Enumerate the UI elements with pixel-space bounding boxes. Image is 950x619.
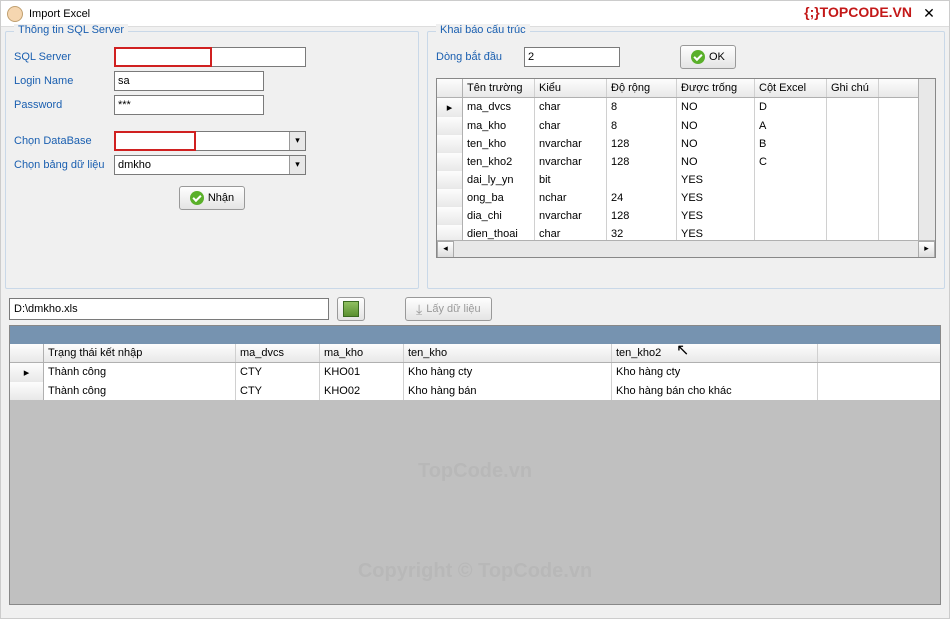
table-row[interactable]: dai_ly_ynbitYES [437,171,918,189]
structure-group: Khai báo cấu trúc Dòng bắt đầu OK [427,31,945,289]
structure-title: Khai báo cấu trúc [436,24,530,36]
col-tenkho2[interactable]: ten_kho2 [612,344,818,362]
grid-header-row: Tên trường Kiểu Độ rộng Được trống Cột E… [437,79,918,98]
result-grid[interactable]: Trạng thái kết nhập ma_dvcs ma_kho ten_k… [9,325,941,605]
check-icon [691,50,705,64]
table-row[interactable]: ten_kho2nvarchar128NOC [437,153,918,171]
load-data-label: Lấy dữ liệu [426,303,480,315]
start-row-input[interactable] [524,47,620,67]
browse-button[interactable] [337,297,365,321]
sql-server-group: Thông tin SQL Server SQL Server Login Na… [5,31,419,289]
chevron-down-icon[interactable]: ▾ [289,132,305,150]
table-row[interactable]: ten_khonvarchar128NOB [437,135,918,153]
download-icon: ⤓ [416,301,422,318]
login-label: Login Name [14,75,114,87]
sql-group-title: Thông tin SQL Server [14,24,128,36]
scroll-left-button[interactable]: ◂ [437,241,454,258]
topcode-logo: {;}TOPCODE.VN [804,4,912,20]
result-grid-topbar [10,326,940,344]
password-input[interactable] [114,95,264,115]
check-icon [190,191,204,205]
table-row[interactable]: dien_thoaichar32YES [437,225,918,240]
col-tenkho[interactable]: ten_kho [404,344,612,362]
structure-grid[interactable]: Tên trường Kiểu Độ rộng Được trống Cột E… [436,78,936,258]
vertical-scrollbar[interactable] [918,79,935,240]
col-excel[interactable]: Cột Excel [755,79,827,97]
table-row[interactable]: ▸Thành côngCTYKHO01Kho hàng ctyKho hàng … [10,363,940,382]
database-combo[interactable] [114,131,196,151]
submit-label: Nhận [208,192,234,204]
col-note[interactable]: Ghi chú [827,79,879,97]
file-path-input[interactable] [9,298,329,320]
load-data-button[interactable]: ⤓ Lấy dữ liệu [405,297,492,321]
result-header-row: Trạng thái kết nhập ma_dvcs ma_kho ten_k… [10,344,940,363]
col-status[interactable]: Trạng thái kết nhập [44,344,236,362]
table-row[interactable]: ma_khochar8NOA [437,117,918,135]
chevron-down-icon[interactable]: ▾ [289,156,305,174]
excel-icon [343,301,359,317]
close-button[interactable]: ✕ [915,4,943,24]
table-label: Chọn bảng dữ liệu [14,159,114,171]
scroll-right-button[interactable]: ▸ [918,241,935,258]
sql-server-input[interactable] [114,47,212,67]
ok-button[interactable]: OK [680,45,736,69]
table-row[interactable]: dia_chinvarchar128YES [437,207,918,225]
table-combo[interactable] [114,155,306,175]
col-madvcs[interactable]: ma_dvcs [236,344,320,362]
col-makho[interactable]: ma_kho [320,344,404,362]
col-width[interactable]: Độ rộng [607,79,677,97]
sql-server-label: SQL Server [14,51,114,63]
col-type[interactable]: Kiểu [535,79,607,97]
login-input[interactable] [114,71,264,91]
submit-button[interactable]: Nhận [179,186,245,210]
table-row[interactable]: ong_banchar24YES [437,189,918,207]
database-label: Chọn DataBase [14,135,114,147]
start-row-label: Dòng bắt đầu [436,51,524,63]
horizontal-scrollbar[interactable]: ◂ ▸ [437,240,935,257]
ok-label: OK [709,51,725,63]
table-row[interactable]: Thành côngCTYKHO02Kho hàng bánKho hàng b… [10,382,940,400]
table-row[interactable]: ▸ma_dvcschar8NOD [437,98,918,117]
col-field[interactable]: Tên trường [463,79,535,97]
window-title: Import Excel [29,8,915,20]
col-nullable[interactable]: Được trống [677,79,755,97]
app-icon [7,6,23,22]
sql-server-input-ext[interactable] [212,47,306,67]
password-label: Password [14,99,114,111]
